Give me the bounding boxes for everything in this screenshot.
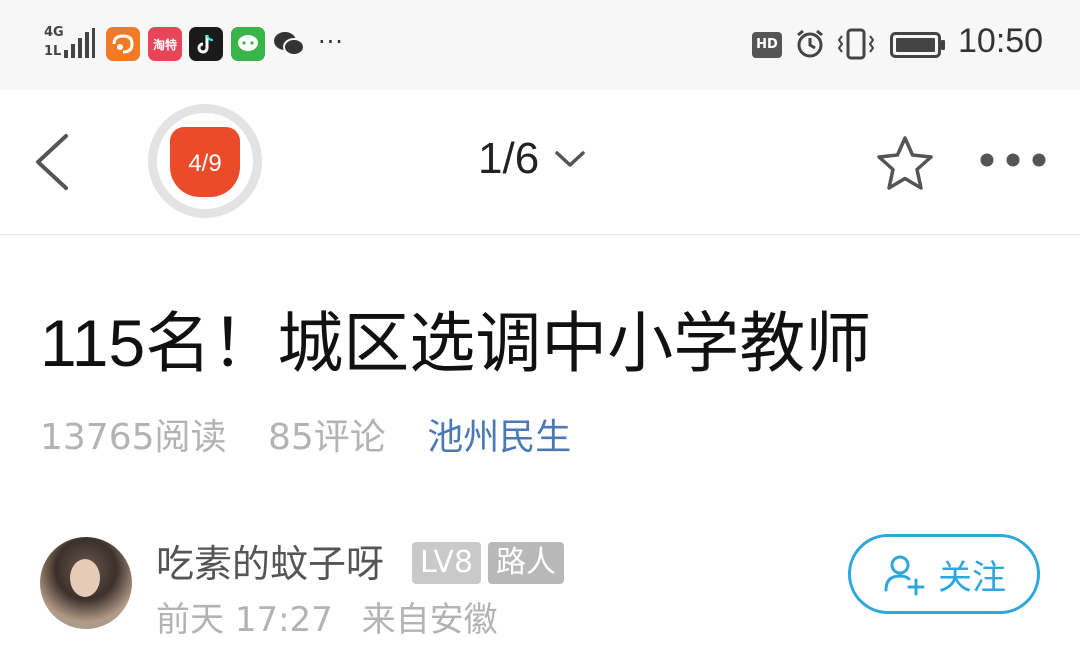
alarm-icon [797,29,823,58]
more-notifications-icon: ··· [318,28,344,56]
page-indicator-label: 1/6 [478,134,540,183]
article-title: 115名！城区选调中小学教师 [40,306,872,380]
author-name[interactable]: 吃素的蚊子呀 [156,538,384,590]
chevron-down-icon [555,151,585,167]
network-type: 4G [44,25,64,40]
post-info: 前天 17:27 来自安徽 [156,596,498,644]
status-bar: 4G 1L 淘特 ··· HD 10:50 [0,0,1080,90]
network-type-secondary: 1L [44,44,62,59]
article-meta: 13765阅读 85评论 池州民生 [40,413,571,463]
uc-browser-icon [106,27,140,61]
add-user-icon [884,555,925,596]
taote-label: 淘特 [152,37,177,52]
comment-count[interactable]: 85评论 [268,417,386,458]
author-avatar[interactable] [40,537,132,629]
read-count: 13765阅读 [40,417,227,458]
follow-button[interactable]: 关注 [848,534,1040,614]
progress-count: 4/9 [170,127,240,197]
post-source: 来自安徽 [361,600,498,640]
role-badge: 路人 [488,542,564,584]
follow-label: 关注 [938,557,1006,598]
signal-icon: 4G 1L [44,26,96,62]
post-time: 前天 17:27 [156,600,333,640]
more-options-button[interactable] [978,148,1050,172]
level-badge: LV8 [412,542,482,584]
message-app-icon [231,27,265,61]
wechat-icon [272,27,306,61]
vibrate-icon [837,28,875,60]
back-button[interactable] [28,130,78,194]
taote-icon: 淘特 [148,27,182,61]
top-nav-bar: 4/9 1/6 [0,90,1080,235]
channel-link[interactable]: 池州民生 [427,417,571,458]
tiktok-icon [189,27,223,61]
reading-progress-badge[interactable]: 4/9 [148,104,262,218]
page-indicator-dropdown[interactable]: 1/6 [478,134,587,184]
favorite-star-button[interactable] [874,134,936,194]
battery-icon [890,32,945,58]
clock: 10:50 [958,22,1044,60]
hd-badge: HD [752,32,782,58]
avatar-face [70,559,100,597]
